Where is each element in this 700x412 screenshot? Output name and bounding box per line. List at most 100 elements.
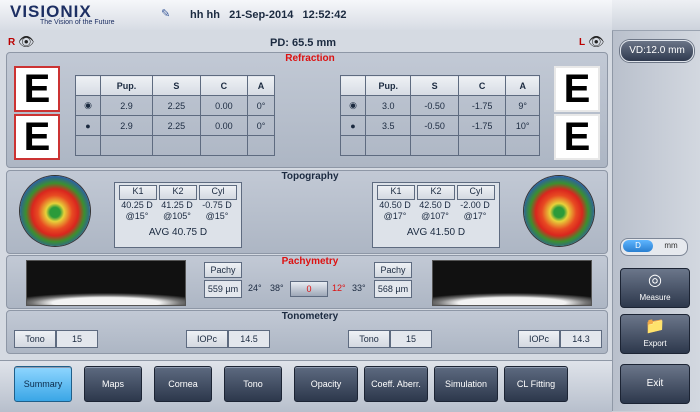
angle-readout: 24° 38° 0 12° 33° — [244, 280, 370, 297]
refraction-title: Refraction — [285, 53, 335, 64]
right-iopc-value: 14.5 — [228, 330, 270, 348]
exit-button[interactable]: Exit — [620, 364, 690, 404]
k1-header: K1 — [119, 185, 157, 200]
table-row — [340, 135, 540, 156]
table-header-cell: S — [410, 75, 459, 96]
table-header-cell — [340, 75, 366, 96]
left-cornea-image[interactable] — [432, 260, 592, 306]
left-pachy-value: 568 µm — [374, 280, 412, 298]
unit-toggle[interactable]: D mm — [620, 238, 688, 256]
left-k2-value: 42.50 D — [419, 200, 451, 210]
measure-button[interactable]: ◎ Measure — [620, 268, 690, 308]
table-cell: 0° — [247, 95, 275, 116]
table-row: ● 2.9 2.25 0.00 0° — [75, 115, 275, 136]
right-eye-icon: 👁 — [18, 34, 35, 49]
left-keratometry-box: K1 K2 Cyl 40.50 D @17° 42.50 D @107° -2.… — [372, 182, 500, 248]
table-header-cell: C — [457, 75, 507, 96]
right-pachy-header: Pachy — [204, 262, 242, 278]
table-cell: 2.25 — [152, 95, 201, 116]
nav-simulation[interactable]: Simulation — [434, 366, 498, 402]
left-k1-axis: @17° — [383, 211, 407, 221]
nav-cornea[interactable]: Cornea — [154, 366, 212, 402]
nav-tono[interactable]: Tono — [224, 366, 282, 402]
right-cornea-image[interactable] — [26, 260, 186, 306]
left-eye-icon: 👁 — [588, 34, 605, 49]
vertex-distance-button[interactable]: VD:12.0 mm — [620, 40, 694, 62]
left-iopc-value: 14.3 — [560, 330, 602, 348]
left-iopc-label: IOPc — [518, 330, 560, 348]
table-header-cell — [75, 75, 101, 96]
export-label: Export — [643, 339, 667, 348]
left-avg-k: AVG 41.50 D — [406, 227, 466, 238]
eye-icon: ● — [340, 115, 366, 136]
right-k2-axis: @105° — [163, 211, 191, 221]
left-eye-chart-far[interactable]: E — [554, 66, 600, 112]
table-cell: 3.0 — [364, 95, 412, 116]
measure-icon: ◎ — [648, 272, 662, 289]
table-header-cell: A — [505, 75, 540, 96]
table-header-cell: C — [199, 75, 249, 96]
right-cyl-value: -0.75 D — [202, 200, 232, 210]
nav-cl-fitting[interactable]: CL Fitting — [504, 366, 568, 402]
dilated-eye-icon: ◉ — [75, 95, 101, 116]
angle-value: 33° — [352, 283, 366, 293]
cyl-header: Cyl — [457, 185, 495, 200]
table-cell: 2.9 — [99, 95, 154, 116]
topography-title: Topography — [281, 171, 339, 182]
patient-name: hh hh — [190, 9, 220, 21]
left-tono-value: 15 — [390, 330, 432, 348]
unit-mm-option[interactable]: mm — [657, 240, 685, 252]
right-top-bar — [612, 0, 700, 31]
table-cell: 9° — [505, 95, 540, 116]
right-topography-map[interactable] — [20, 176, 90, 246]
table-cell: -1.75 — [457, 115, 507, 136]
left-pachy-header: Pachy — [374, 262, 412, 278]
eye-icon: ● — [75, 115, 101, 136]
angle-value: 24° — [248, 283, 262, 293]
table-cell: 2.25 — [152, 115, 201, 136]
right-k1-value: 40.25 D — [121, 200, 153, 210]
table-row: ◉ 2.9 2.25 0.00 0° — [75, 95, 275, 116]
table-cell: 0.00 — [199, 95, 249, 116]
table-cell: -0.50 — [410, 115, 459, 136]
left-cyl-value: -2.00 D — [460, 200, 490, 210]
right-pachy-value: 559 µm — [204, 280, 242, 298]
topography-panel — [6, 170, 608, 254]
table-header-cell: A — [247, 75, 275, 96]
left-cyl-axis: @17° — [463, 211, 487, 221]
nav-summary[interactable]: Summary — [14, 366, 72, 402]
right-eye-label: R — [8, 37, 16, 48]
right-iopc-label: IOPc — [186, 330, 228, 348]
table-row: ◉ 3.0 -0.50 -1.75 9° — [340, 95, 540, 116]
angle-selector[interactable]: 0 — [290, 281, 328, 297]
table-header-cell: S — [152, 75, 201, 96]
right-eye-chart-near[interactable]: E — [14, 114, 60, 160]
right-eye-chart-far[interactable]: E — [14, 66, 60, 112]
dilated-eye-icon: ◉ — [340, 95, 366, 116]
folder-icon: 📁 — [645, 318, 665, 335]
left-eye-chart-near[interactable]: E — [554, 114, 600, 160]
table-header-cell: Pup. — [99, 75, 154, 96]
left-tono-label: Tono — [348, 330, 390, 348]
nav-coeff-aberr[interactable]: Coeff. Aberr. — [364, 366, 428, 402]
right-k2-value: 41.25 D — [161, 200, 193, 210]
unit-d-option[interactable]: D — [623, 240, 653, 252]
right-k1-axis: @15° — [125, 211, 149, 221]
table-cell: 10° — [505, 115, 540, 136]
nav-maps[interactable]: Maps — [84, 366, 142, 402]
table-cell: 0.00 — [199, 115, 249, 136]
exam-date: 21-Sep-2014 — [229, 9, 294, 21]
right-tono-label: Tono — [14, 330, 56, 348]
left-eye-label: L — [579, 37, 586, 48]
left-k1-value: 40.50 D — [379, 200, 411, 210]
right-refraction-table: Pup. S C A ◉ 2.9 2.25 0.00 0° ● 2.9 2.25… — [75, 75, 275, 156]
left-topography-map[interactable] — [524, 176, 594, 246]
table-row — [75, 135, 275, 156]
measure-label: Measure — [639, 293, 671, 302]
nav-opacity[interactable]: Opacity — [294, 366, 358, 402]
patient-icon: ✎ — [161, 8, 171, 20]
right-cyl-axis: @15° — [205, 211, 229, 221]
table-cell: 3.5 — [364, 115, 412, 136]
export-button[interactable]: 📁 Export — [620, 314, 690, 354]
angle-value: 12° — [332, 283, 346, 293]
